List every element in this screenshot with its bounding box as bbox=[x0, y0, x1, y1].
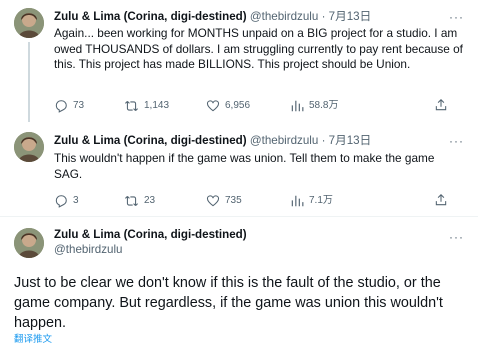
tweet-header: Zulu & Lima (Corina, digi-destined) @the… bbox=[54, 134, 371, 148]
tweet-2[interactable]: Zulu & Lima (Corina, digi-destined) @the… bbox=[0, 122, 478, 218]
share-button[interactable] bbox=[434, 98, 448, 112]
retweet-icon bbox=[125, 100, 138, 112]
heart-icon bbox=[206, 195, 220, 207]
retweet-button[interactable]: 23 bbox=[124, 193, 155, 209]
display-name[interactable]: Zulu & Lima (Corina, digi-destined) bbox=[54, 134, 247, 147]
tweet-3-focused[interactable]: Zulu & Lima (Corina, digi-destined) @the… bbox=[0, 218, 478, 354]
more-options-button[interactable]: ··· bbox=[449, 11, 464, 23]
like-button[interactable]: 735 bbox=[206, 193, 242, 209]
timestamp[interactable]: 7月13日 bbox=[329, 134, 372, 147]
reply-icon bbox=[55, 100, 67, 113]
retweet-count: 1,143 bbox=[144, 100, 170, 111]
divider bbox=[0, 216, 478, 217]
separator: · bbox=[321, 134, 326, 147]
handle[interactable]: @thebirdzulu bbox=[250, 134, 319, 147]
display-name[interactable]: Zulu & Lima (Corina, digi-destined) bbox=[54, 228, 247, 241]
tweet-actions: 3 23 735 7.1万 bbox=[54, 193, 454, 209]
more-options-button[interactable]: ··· bbox=[449, 135, 464, 147]
reply-button[interactable]: 73 bbox=[54, 98, 84, 114]
avatar[interactable] bbox=[14, 132, 44, 162]
like-count: 735 bbox=[225, 195, 242, 206]
share-button[interactable] bbox=[434, 193, 448, 207]
like-button[interactable]: 6,956 bbox=[206, 98, 250, 114]
views-button[interactable]: 58.8万 bbox=[290, 98, 338, 114]
translate-tweet-link[interactable]: 翻译推文 bbox=[14, 334, 52, 346]
analytics-icon bbox=[291, 195, 304, 207]
avatar[interactable] bbox=[14, 8, 44, 38]
retweet-button[interactable]: 1,143 bbox=[124, 98, 169, 114]
heart-icon bbox=[206, 100, 220, 112]
avatar[interactable] bbox=[14, 228, 44, 258]
views-button[interactable]: 7.1万 bbox=[290, 193, 333, 209]
share-icon bbox=[435, 194, 447, 206]
reply-count: 73 bbox=[73, 100, 85, 111]
tweet-header: Zulu & Lima (Corina, digi-destined) bbox=[54, 228, 247, 242]
separator: · bbox=[321, 10, 326, 23]
tweet-text: Again... been working for MONTHS unpaid … bbox=[54, 26, 463, 72]
thread-line bbox=[28, 42, 30, 122]
more-options-button[interactable]: ··· bbox=[449, 231, 464, 243]
reply-icon bbox=[55, 195, 67, 208]
tweet-header: Zulu & Lima (Corina, digi-destined) @the… bbox=[54, 10, 371, 24]
reply-button[interactable]: 3 bbox=[54, 193, 79, 209]
display-name[interactable]: Zulu & Lima (Corina, digi-destined) bbox=[54, 10, 247, 23]
view-count: 58.8万 bbox=[309, 100, 339, 111]
retweet-icon bbox=[125, 195, 138, 207]
handle[interactable]: @thebirdzulu bbox=[54, 243, 123, 257]
retweet-count: 23 bbox=[144, 195, 156, 206]
tweet-text: Just to be clear we don't know if this i… bbox=[14, 275, 443, 331]
analytics-icon bbox=[291, 100, 304, 112]
timestamp[interactable]: 7月13日 bbox=[329, 10, 372, 23]
tweet-text: This wouldn't happen if the game was uni… bbox=[54, 151, 435, 181]
view-count: 7.1万 bbox=[309, 195, 333, 206]
like-count: 6,956 bbox=[225, 100, 251, 111]
tweet-actions: 73 1,143 6,956 58.8万 bbox=[54, 98, 454, 114]
share-icon bbox=[435, 99, 447, 111]
reply-count: 3 bbox=[73, 195, 79, 206]
handle[interactable]: @thebirdzulu bbox=[250, 10, 319, 23]
tweet-1[interactable]: Zulu & Lima (Corina, digi-destined) @the… bbox=[0, 0, 478, 122]
